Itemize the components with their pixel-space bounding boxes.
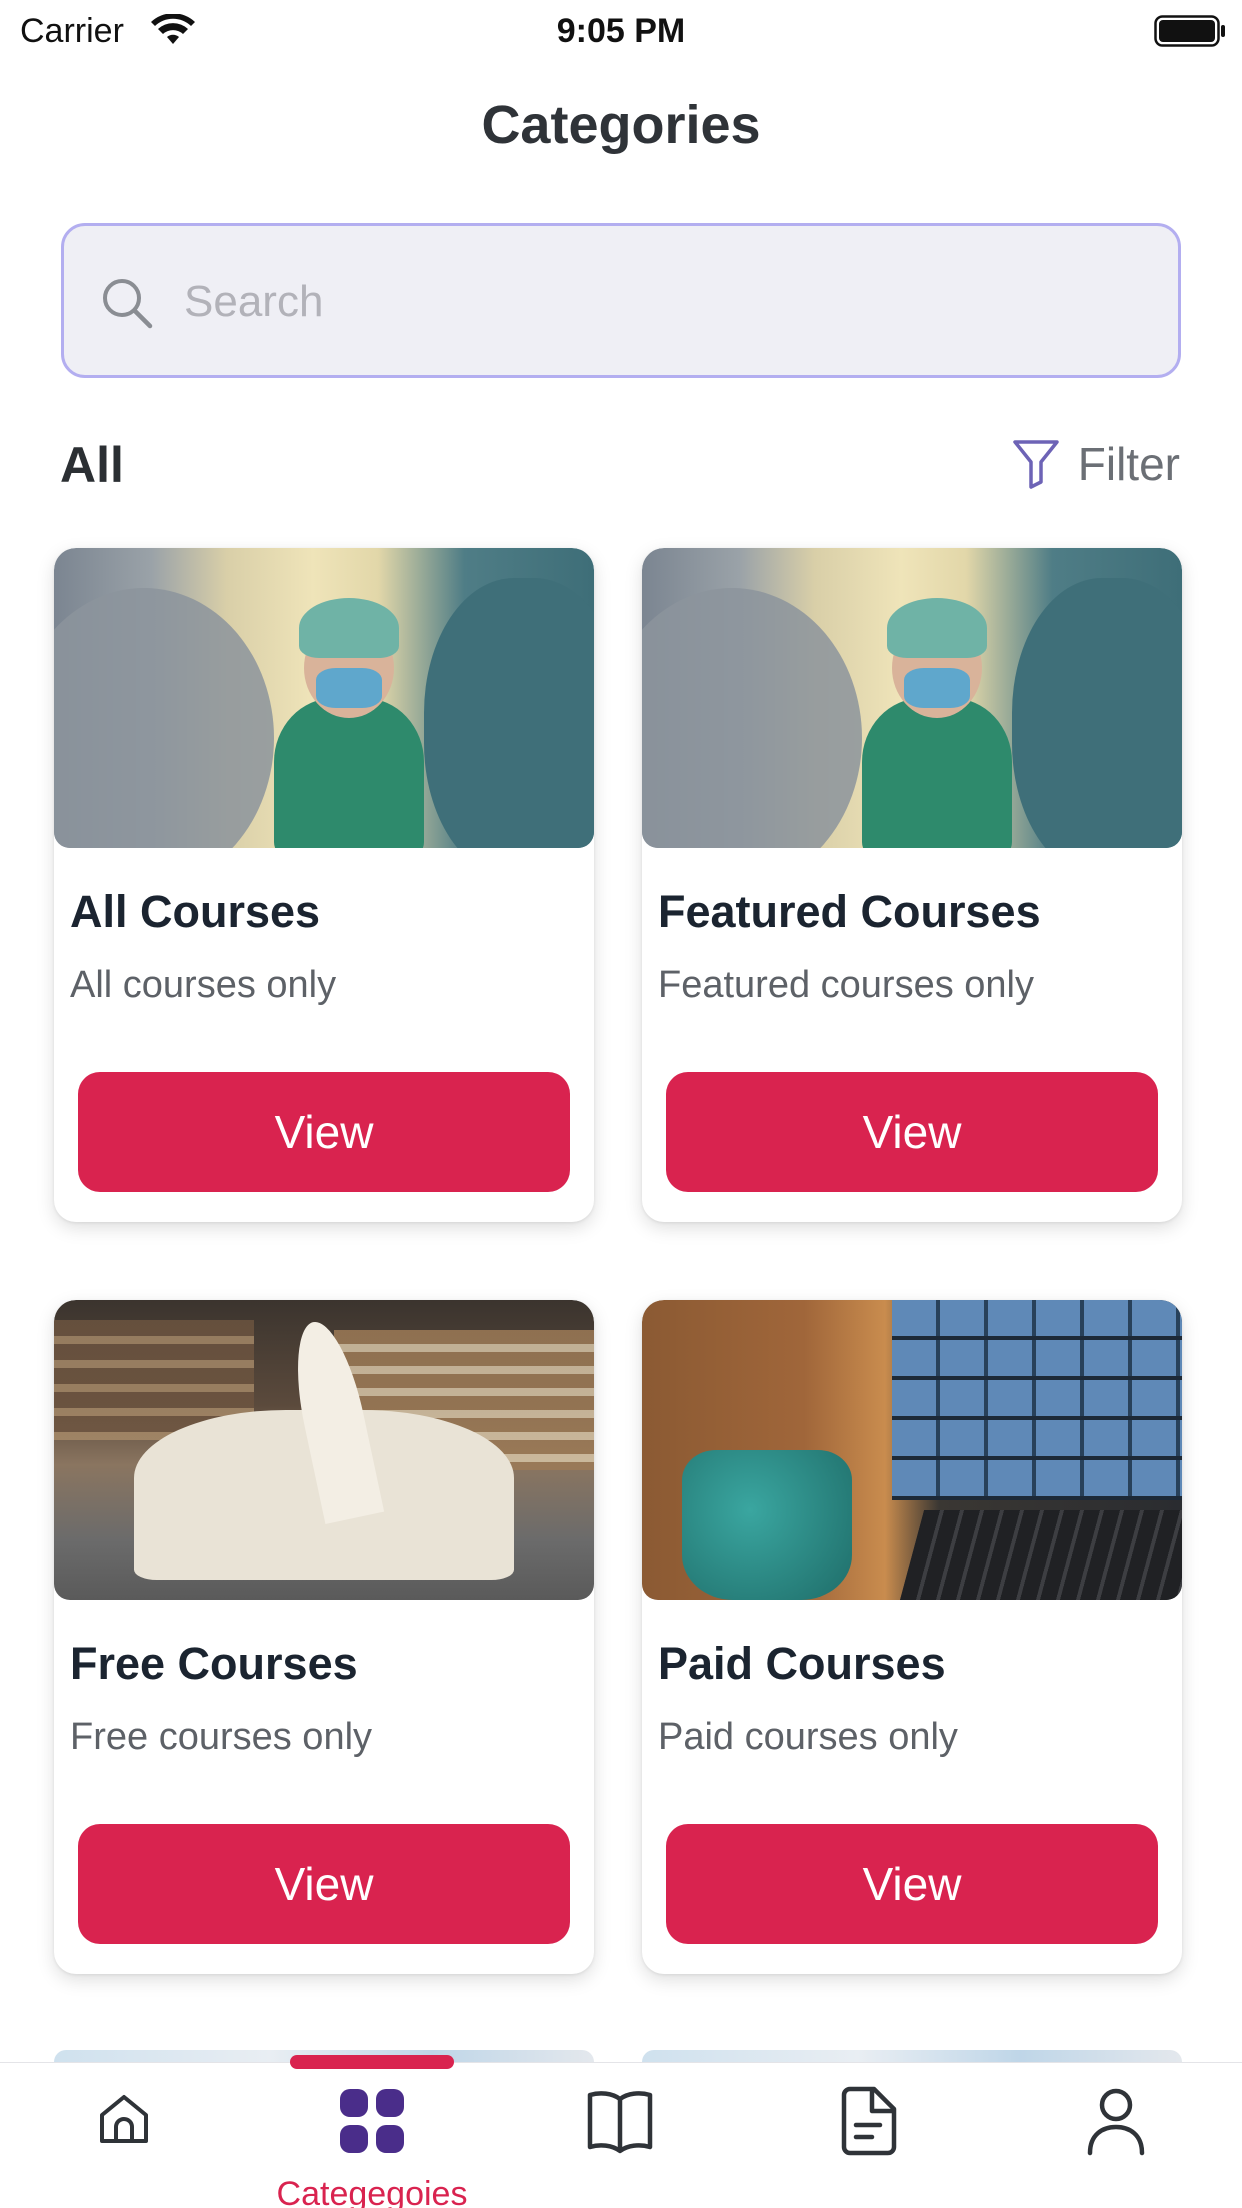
laptop-video-call-photo (642, 1300, 1182, 1600)
tab-categories-label: Categegoies (276, 2175, 468, 2208)
battery-full-icon (1154, 15, 1225, 47)
card-title: All Courses (70, 886, 321, 937)
book-icon (587, 2091, 653, 2154)
category-card-all-courses: All Courses All courses only View (54, 548, 594, 1222)
view-all-courses-button[interactable]: View (78, 1072, 570, 1192)
category-card-paid-courses: Paid Courses Paid courses only View (642, 1300, 1182, 1974)
search-icon (103, 279, 153, 329)
filter-button[interactable]: Filter (1012, 433, 1180, 495)
open-book-photo (54, 1300, 594, 1600)
category-card-featured-courses: Featured Courses Featured courses only V… (642, 548, 1182, 1222)
filter-label: Filter (1077, 438, 1180, 490)
view-paid-courses-button[interactable]: View (666, 1824, 1158, 1944)
view-free-courses-button[interactable]: View (78, 1824, 570, 1944)
category-grid: All Courses All courses only View Featur… (54, 548, 1184, 1974)
card-title: Featured Courses (658, 886, 1041, 937)
card-description: All courses only (70, 964, 337, 1006)
card-description: Featured courses only (658, 964, 1034, 1006)
search-box[interactable] (61, 223, 1181, 378)
medical-staff-photo (54, 548, 594, 848)
clock-time: 9:05 PM (556, 12, 686, 50)
tab-documents[interactable] (744, 2063, 992, 2208)
view-featured-courses-button[interactable]: View (666, 1072, 1158, 1192)
card-description: Paid courses only (658, 1716, 958, 1758)
card-title: Free Courses (70, 1638, 358, 1689)
tab-profile[interactable] (992, 2063, 1240, 2208)
card-description: Free courses only (70, 1716, 373, 1758)
tab-home[interactable] (0, 2063, 248, 2208)
status-bar: Carrier 9:05 PM (0, 0, 1242, 62)
category-card-free-courses: Free Courses Free courses only View (54, 1300, 594, 1974)
tab-categories[interactable]: Categegoies (248, 2063, 496, 2208)
card-title: Paid Courses (658, 1638, 946, 1689)
home-icon (100, 2095, 148, 2143)
profile-icon (1087, 2088, 1145, 2156)
section-title: All (60, 437, 124, 493)
funnel-icon (1013, 440, 1059, 489)
medical-staff-photo (642, 548, 1182, 848)
page-title: Categories (481, 95, 761, 155)
document-icon (841, 2086, 897, 2156)
categories-grid-icon (340, 2089, 404, 2153)
tab-courses[interactable] (496, 2063, 744, 2208)
search-input[interactable] (184, 270, 1084, 334)
bottom-tab-bar: Categegoies (0, 2055, 1242, 2208)
